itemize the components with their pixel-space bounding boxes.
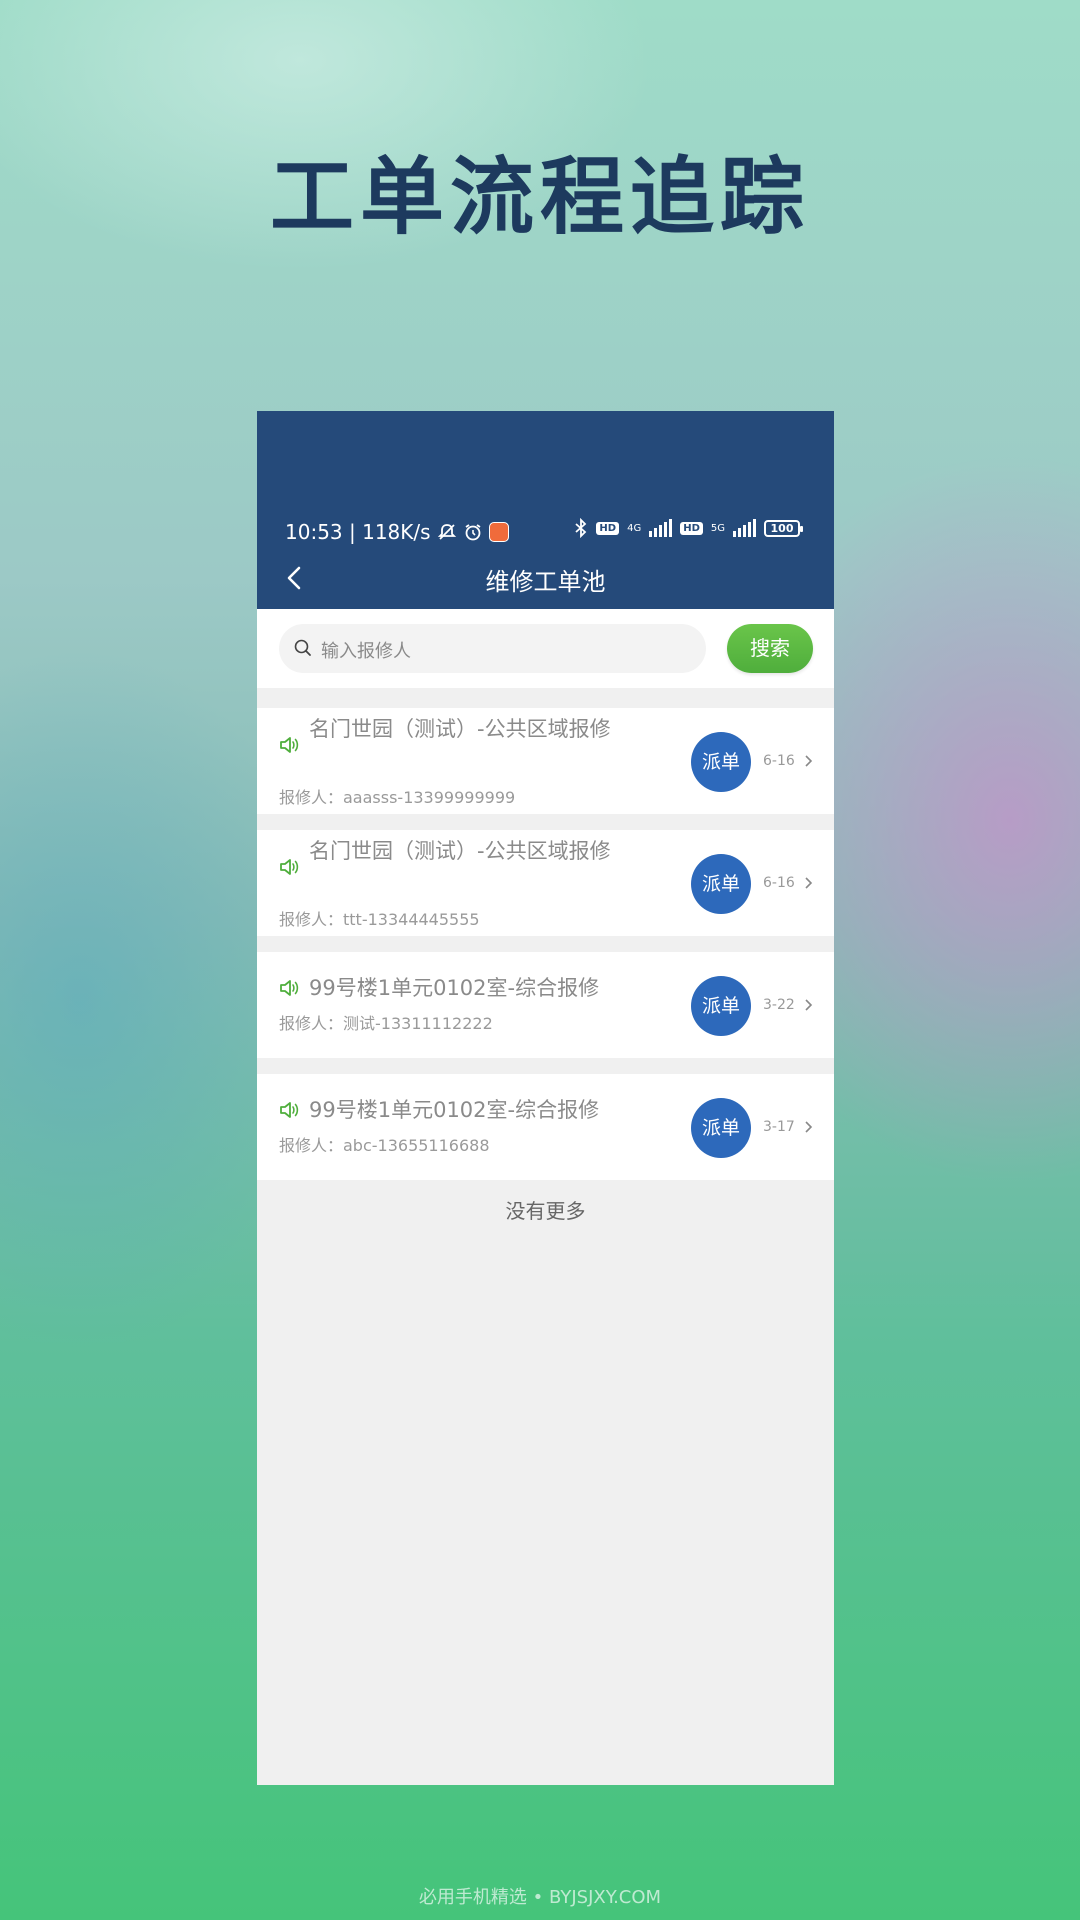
app-notification-icon (488, 522, 509, 542)
order-title: 99号楼1单元0102室-综合报修 (309, 1098, 600, 1122)
order-reporter: 报修人：ttt-13344445555 (279, 910, 480, 929)
search-icon (294, 639, 311, 656)
page-title: 维修工单池 (485, 568, 606, 596)
search-bar: 输入报修人 搜索 (257, 609, 834, 688)
order-card[interactable]: 99号楼1单元0102室-综合报修 报修人：测试-13311112222 派单 … (257, 952, 834, 1058)
chevron-right-icon (805, 1121, 813, 1133)
search-placeholder: 输入报修人 (321, 641, 411, 662)
dispatch-button[interactable]: 派单 (691, 1098, 751, 1158)
order-card[interactable]: 名门世园（测试）-公共区域报修 报修人：ttt-13344445555 派单 6… (257, 830, 834, 936)
dispatch-button[interactable]: 派单 (691, 854, 751, 914)
network-5g-label: 5G (710, 522, 725, 534)
order-card[interactable]: 名门世园（测试）-公共区域报修 报修人：aaasss-13399999999 派… (257, 708, 834, 814)
network-4g-label: 4G (627, 522, 642, 534)
hd-badge: HD (596, 521, 620, 535)
chevron-right-icon (805, 755, 813, 767)
order-reporter: 报修人：abc-13655116688 (279, 1136, 490, 1155)
dispatch-button[interactable]: 派单 (691, 976, 751, 1036)
order-card[interactable]: 99号楼1单元0102室-综合报修 报修人：abc-13655116688 派单… (257, 1074, 834, 1180)
order-date: 3-22 (763, 997, 795, 1013)
order-date: 6-16 (763, 875, 795, 891)
search-button[interactable]: 搜索 (727, 624, 813, 673)
order-title: 99号楼1单元0102室-综合报修 (309, 976, 600, 1000)
speaker-icon (280, 980, 299, 996)
chevron-right-icon (805, 999, 813, 1011)
order-title: 名门世园（测试）-公共区域报修 (309, 717, 611, 741)
bluetooth-icon (575, 518, 587, 538)
order-title: 名门世园（测试）-公共区域报修 (309, 839, 611, 863)
chevron-right-icon (805, 877, 813, 889)
speaker-icon (280, 737, 299, 753)
signal-icon-2 (733, 519, 756, 537)
order-reporter: 报修人：aaasss-13399999999 (279, 788, 516, 807)
mute-bell-icon (437, 524, 456, 540)
hero-title: 工单流程追踪 (269, 148, 810, 246)
alarm-icon (465, 524, 481, 541)
nav-bar: 维修工单池 (257, 554, 834, 604)
speaker-icon (280, 859, 299, 875)
battery-icon: 100 (764, 519, 803, 537)
speaker-icon (280, 1102, 299, 1118)
footer-watermark: 必用手机精选 • BYJSJXY.COM (418, 1887, 662, 1908)
signal-icon (649, 519, 673, 537)
order-date: 3-17 (763, 1119, 795, 1135)
app-header: 10:53 | 118K/s HD 4G HD 5G 100 维修工单池 (257, 411, 834, 609)
hd-badge-2: HD (680, 521, 703, 535)
status-time: 10:53 | 118K/s (285, 520, 431, 544)
order-date: 6-16 (763, 753, 795, 769)
dispatch-button[interactable]: 派单 (691, 732, 751, 792)
list-end-text: 没有更多 (505, 1199, 586, 1223)
phone-screen: 10:53 | 118K/s HD 4G HD 5G 100 维修工单池 输入报… (257, 411, 834, 1785)
order-reporter: 报修人：测试-13311112222 (279, 1014, 493, 1033)
status-bar: 10:53 | 118K/s HD 4G HD 5G 100 (257, 514, 834, 550)
search-input[interactable]: 输入报修人 (279, 624, 706, 673)
